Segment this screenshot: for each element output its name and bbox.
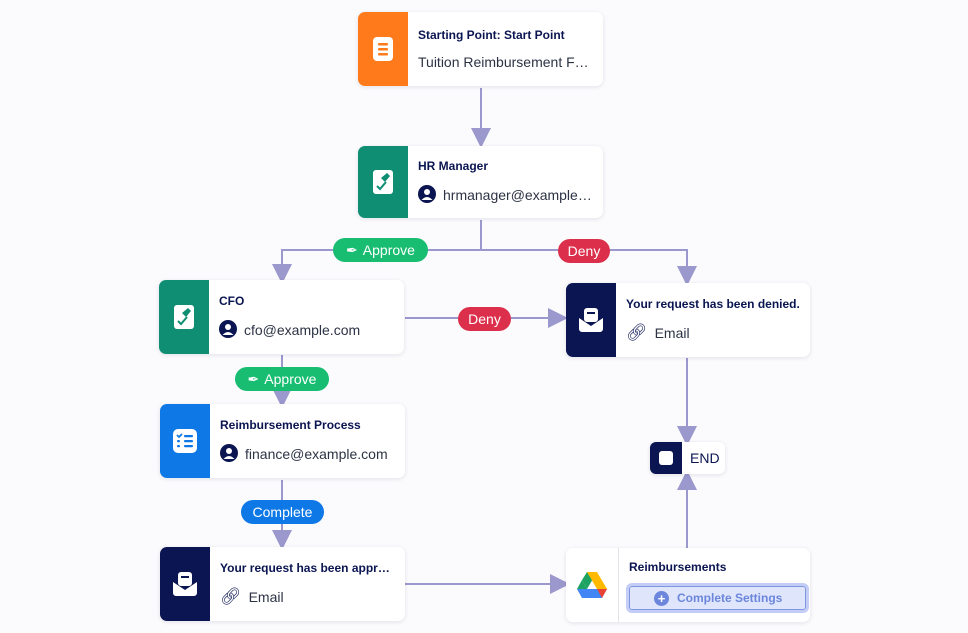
hr-deny-label[interactable]: Deny <box>558 239 610 263</box>
hr-manager-title: HR Manager <box>418 158 489 173</box>
approved-channel: Email <box>248 589 284 605</box>
user-icon <box>418 184 436 206</box>
pen-nib-icon: ✒︎ <box>247 370 260 387</box>
reimbursement-process-node[interactable]: Reimbursement Process finance@example.co… <box>160 404 405 478</box>
process-complete-text: Complete <box>252 504 313 520</box>
start-node[interactable]: Starting Point: Start Point Tuition Reim… <box>358 12 603 86</box>
drive-icon-box <box>566 548 619 622</box>
cfo-title: CFO <box>219 293 245 308</box>
start-node-icon-box <box>358 12 408 86</box>
user-icon <box>220 443 238 465</box>
end-icon-box <box>650 442 682 474</box>
email-icon <box>173 572 197 596</box>
cfo-approve-text: Approve <box>264 371 317 387</box>
drive-title: Reimbursements <box>629 560 727 574</box>
cfo-icon-box <box>159 280 209 354</box>
end-node[interactable]: END <box>650 442 725 474</box>
end-label: END <box>690 450 720 466</box>
approved-icon-box <box>160 547 210 621</box>
denied-email-node[interactable]: Your request has been denied. 🔗︎ Email <box>566 283 810 357</box>
approval-icon <box>373 170 393 194</box>
approved-title: Your request has been appro... <box>220 561 395 575</box>
hr-manager-node[interactable]: HR Manager hrmanager@example.... <box>358 146 603 218</box>
process-complete-label[interactable]: Complete <box>241 500 324 524</box>
process-title: Reimbursement Process <box>220 417 361 432</box>
approved-email-node[interactable]: Your request has been appro... 🔗︎ Email <box>160 547 405 621</box>
email-icon <box>579 308 603 332</box>
form-icon <box>373 37 393 61</box>
start-node-subtitle: Tuition Reimbursement Fo... <box>418 54 593 70</box>
hr-approve-label[interactable]: ✒︎ Approve <box>333 238 428 262</box>
hr-approve-text: Approve <box>362 242 415 258</box>
cfo-deny-label[interactable]: Deny <box>458 307 511 331</box>
approval-icon <box>174 305 194 329</box>
process-icon-box <box>160 404 210 478</box>
denied-channel: Email <box>654 325 690 341</box>
google-drive-node[interactable]: Reimbursements + Complete Settings <box>566 548 810 622</box>
stop-icon <box>659 451 673 465</box>
hr-manager-email: hrmanager@example.... <box>443 187 593 203</box>
denied-title: Your request has been denied. <box>626 297 800 311</box>
hr-manager-icon-box <box>358 146 408 218</box>
hr-deny-text: Deny <box>567 243 601 259</box>
cfo-approve-label[interactable]: ✒︎ Approve <box>235 367 329 391</box>
google-drive-icon <box>577 572 607 598</box>
complete-settings-button[interactable]: + Complete Settings <box>626 583 809 613</box>
link-icon: 🔗︎ <box>626 323 648 342</box>
complete-settings-label: Complete Settings <box>677 591 783 605</box>
task-list-icon <box>173 429 197 453</box>
denied-icon-box <box>566 283 616 357</box>
process-email: finance@example.com <box>245 446 388 462</box>
plus-icon: + <box>654 590 669 606</box>
start-node-title: Starting Point: Start Point <box>418 28 565 42</box>
pen-nib-icon: ✒︎ <box>346 241 358 258</box>
cfo-deny-text: Deny <box>468 311 501 327</box>
workflow-canvas: Starting Point: Start Point Tuition Reim… <box>0 0 968 633</box>
cfo-node[interactable]: CFO cfo@example.com <box>159 280 404 354</box>
link-icon: 🔗︎ <box>220 587 242 606</box>
user-icon <box>219 319 237 341</box>
cfo-email: cfo@example.com <box>244 322 361 338</box>
